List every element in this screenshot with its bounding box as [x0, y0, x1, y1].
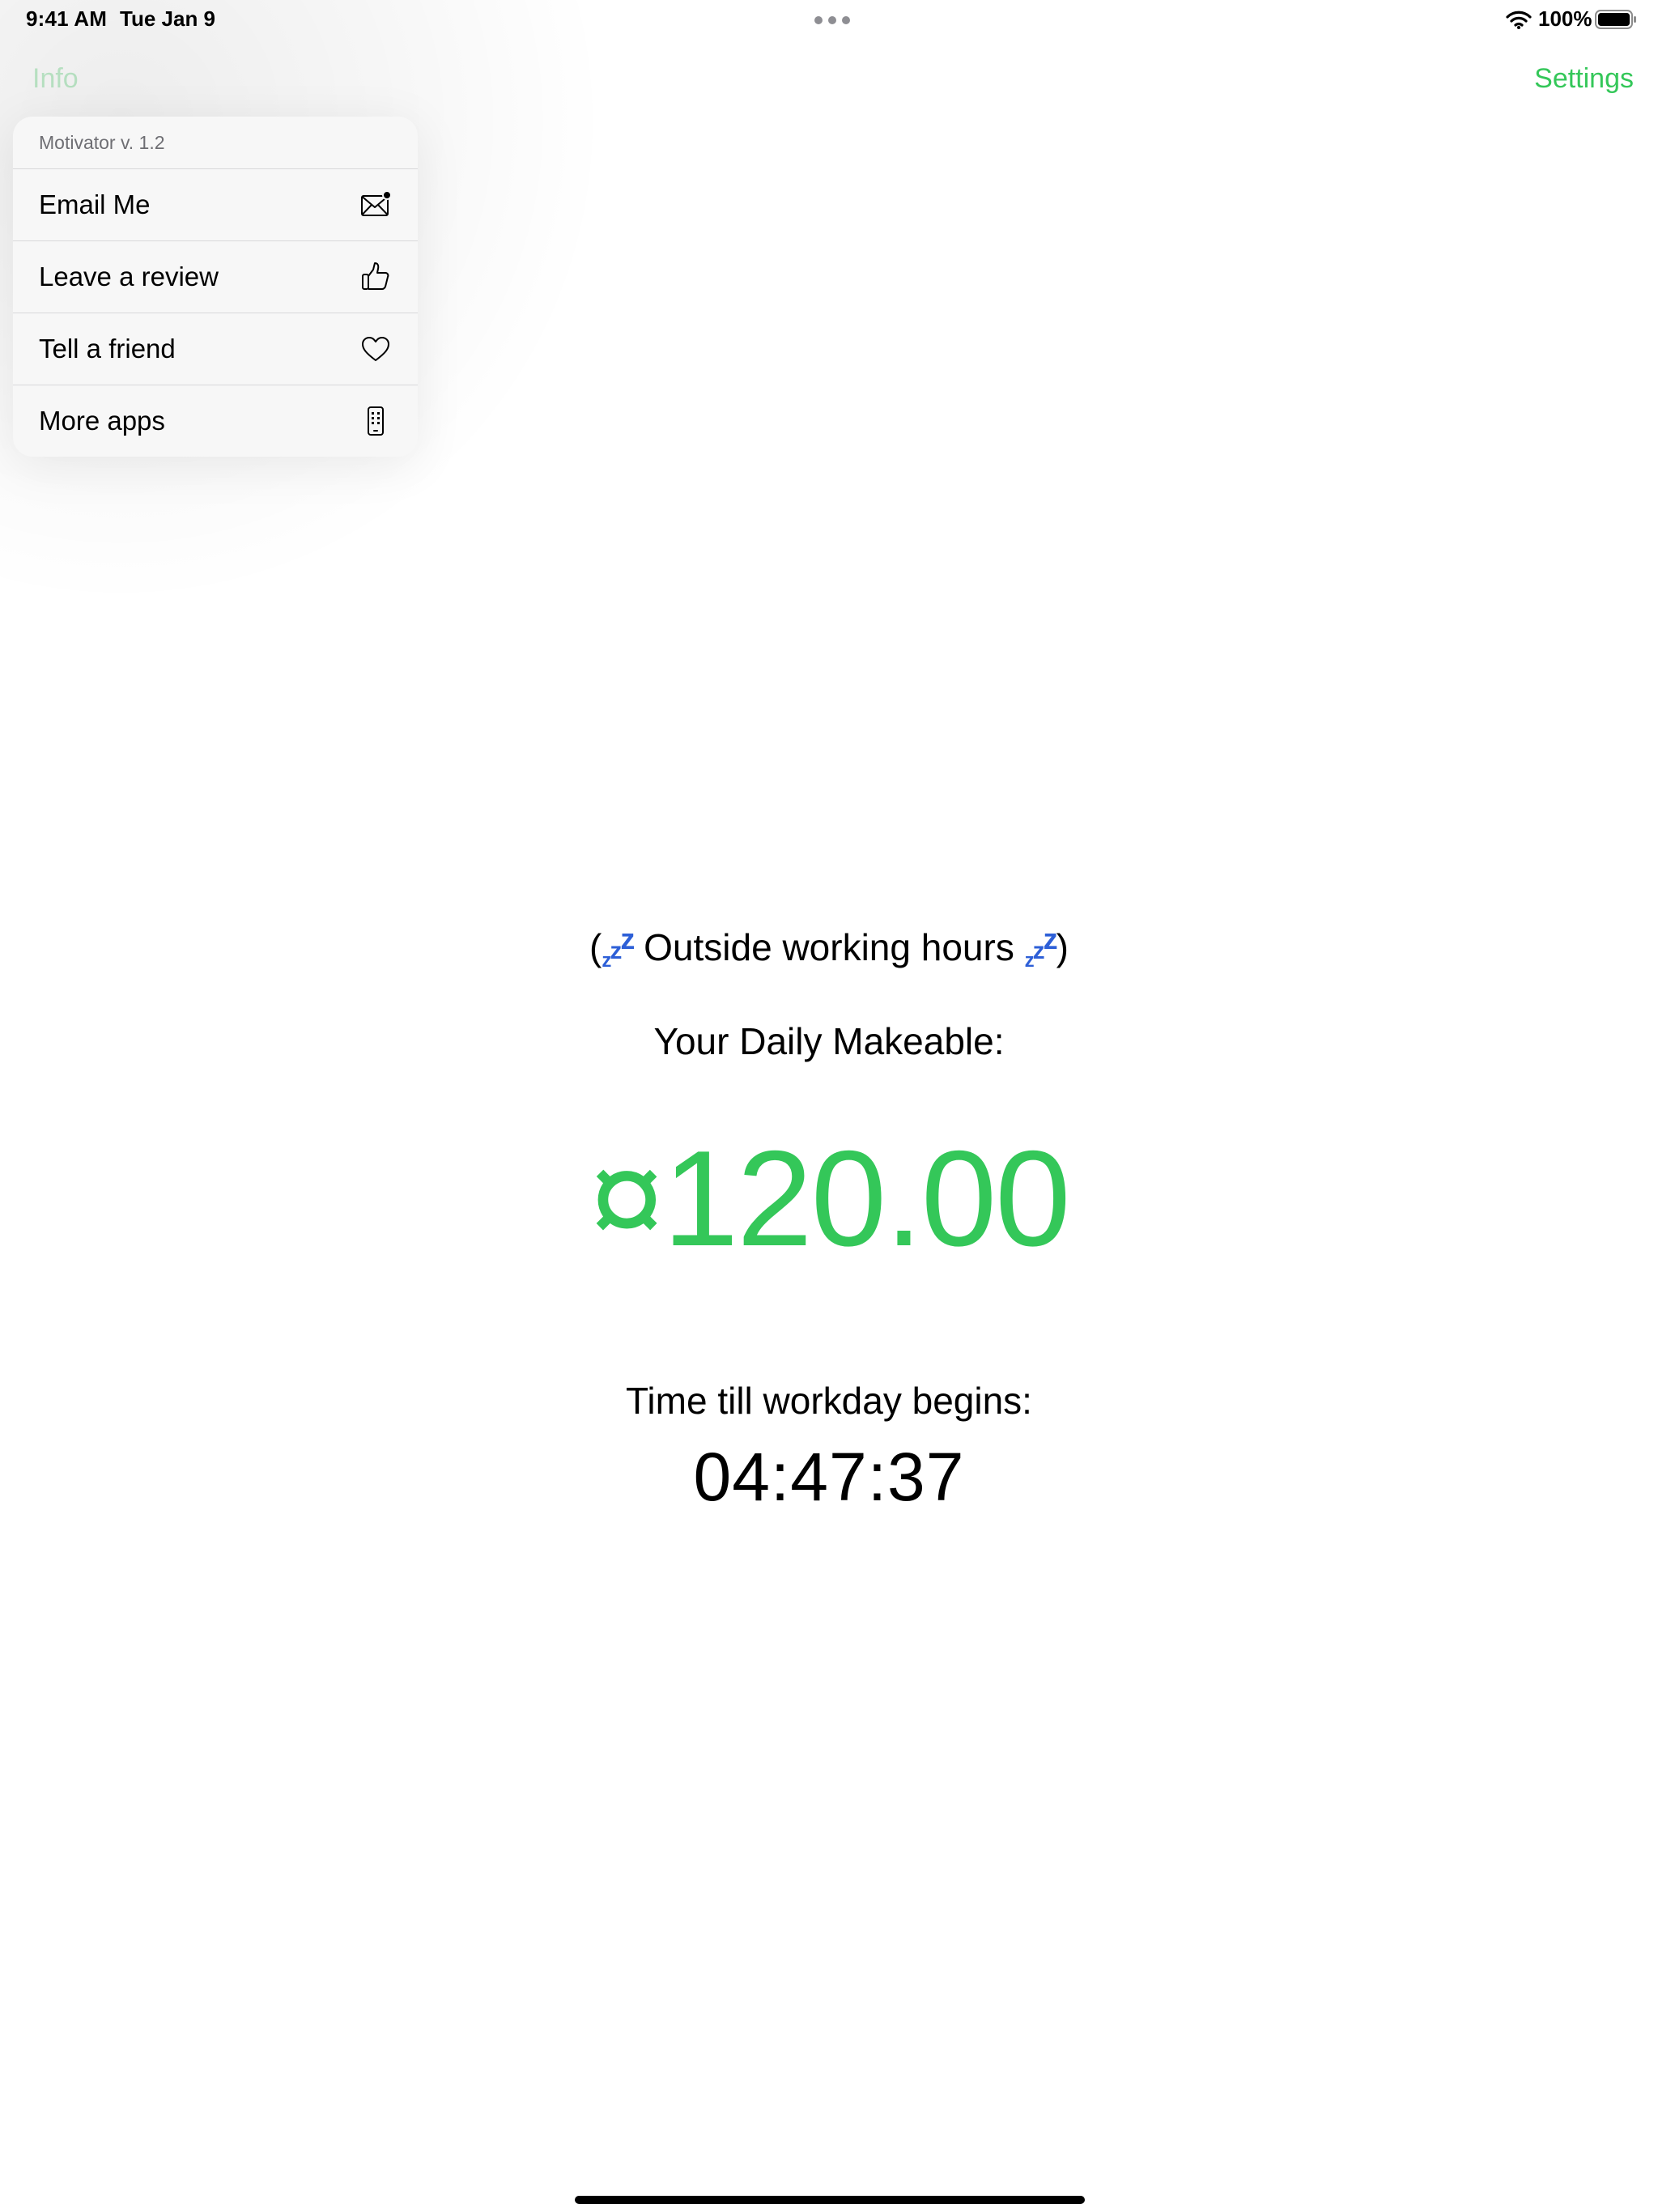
status-time: 9:41 AM [26, 6, 108, 31]
battery-icon [1595, 10, 1636, 29]
menu-item-label: Leave a review [39, 262, 219, 291]
daily-makeable-amount: ¤120.00 [589, 1122, 1070, 1274]
phone-apps-icon [368, 406, 384, 436]
sleep-zzz-icon: zzz [1024, 922, 1058, 972]
working-hours-status: (zzz Outside working hours zzz) [0, 921, 1658, 981]
menu-item-more-apps[interactable]: More apps [13, 385, 418, 457]
countdown-label: Time till workday begins: [626, 1380, 1032, 1422]
home-indicator[interactable] [575, 2196, 1085, 2204]
info-button[interactable]: Info [32, 63, 79, 95]
menu-version-header: Motivator v. 1.2 [13, 117, 418, 169]
menu-item-tell-friend[interactable]: Tell a friend [13, 313, 418, 385]
settings-button[interactable]: Settings [1534, 63, 1634, 95]
daily-makeable-label: Your Daily Makeable: [653, 1020, 1005, 1062]
info-menu: Motivator v. 1.2 Email Me Leave a review… [13, 117, 418, 457]
countdown-timer: 04:47:37 [693, 1439, 965, 1515]
dot [842, 16, 850, 24]
app-screen: 9:41 AM Tue Jan 9 100% Info Settings (zz… [0, 0, 1658, 2212]
dot [814, 16, 823, 24]
battery-percent: 100% [1538, 6, 1592, 31]
menu-item-label: More apps [39, 406, 165, 436]
menu-item-label: Email Me [39, 189, 151, 219]
envelope-badge-icon [361, 190, 392, 216]
wifi-icon [1506, 11, 1532, 29]
paren-close: ) [1056, 926, 1069, 968]
dot [828, 16, 836, 24]
paren-open: ( [589, 926, 602, 968]
status-date: Tue Jan 9 [120, 6, 216, 31]
heart-icon [362, 337, 389, 361]
multitasking-dots-icon[interactable] [814, 16, 850, 24]
status-text: Outside working hours [633, 926, 1025, 968]
thumbs-up-icon [362, 262, 389, 290]
menu-item-label: Tell a friend [39, 334, 176, 364]
status-bar: 9:41 AM Tue Jan 9 100% [0, 0, 1658, 39]
menu-item-leave-review[interactable]: Leave a review [13, 241, 418, 313]
menu-item-email-me[interactable]: Email Me [13, 169, 418, 241]
sleep-zzz-icon: zzz [602, 922, 635, 972]
